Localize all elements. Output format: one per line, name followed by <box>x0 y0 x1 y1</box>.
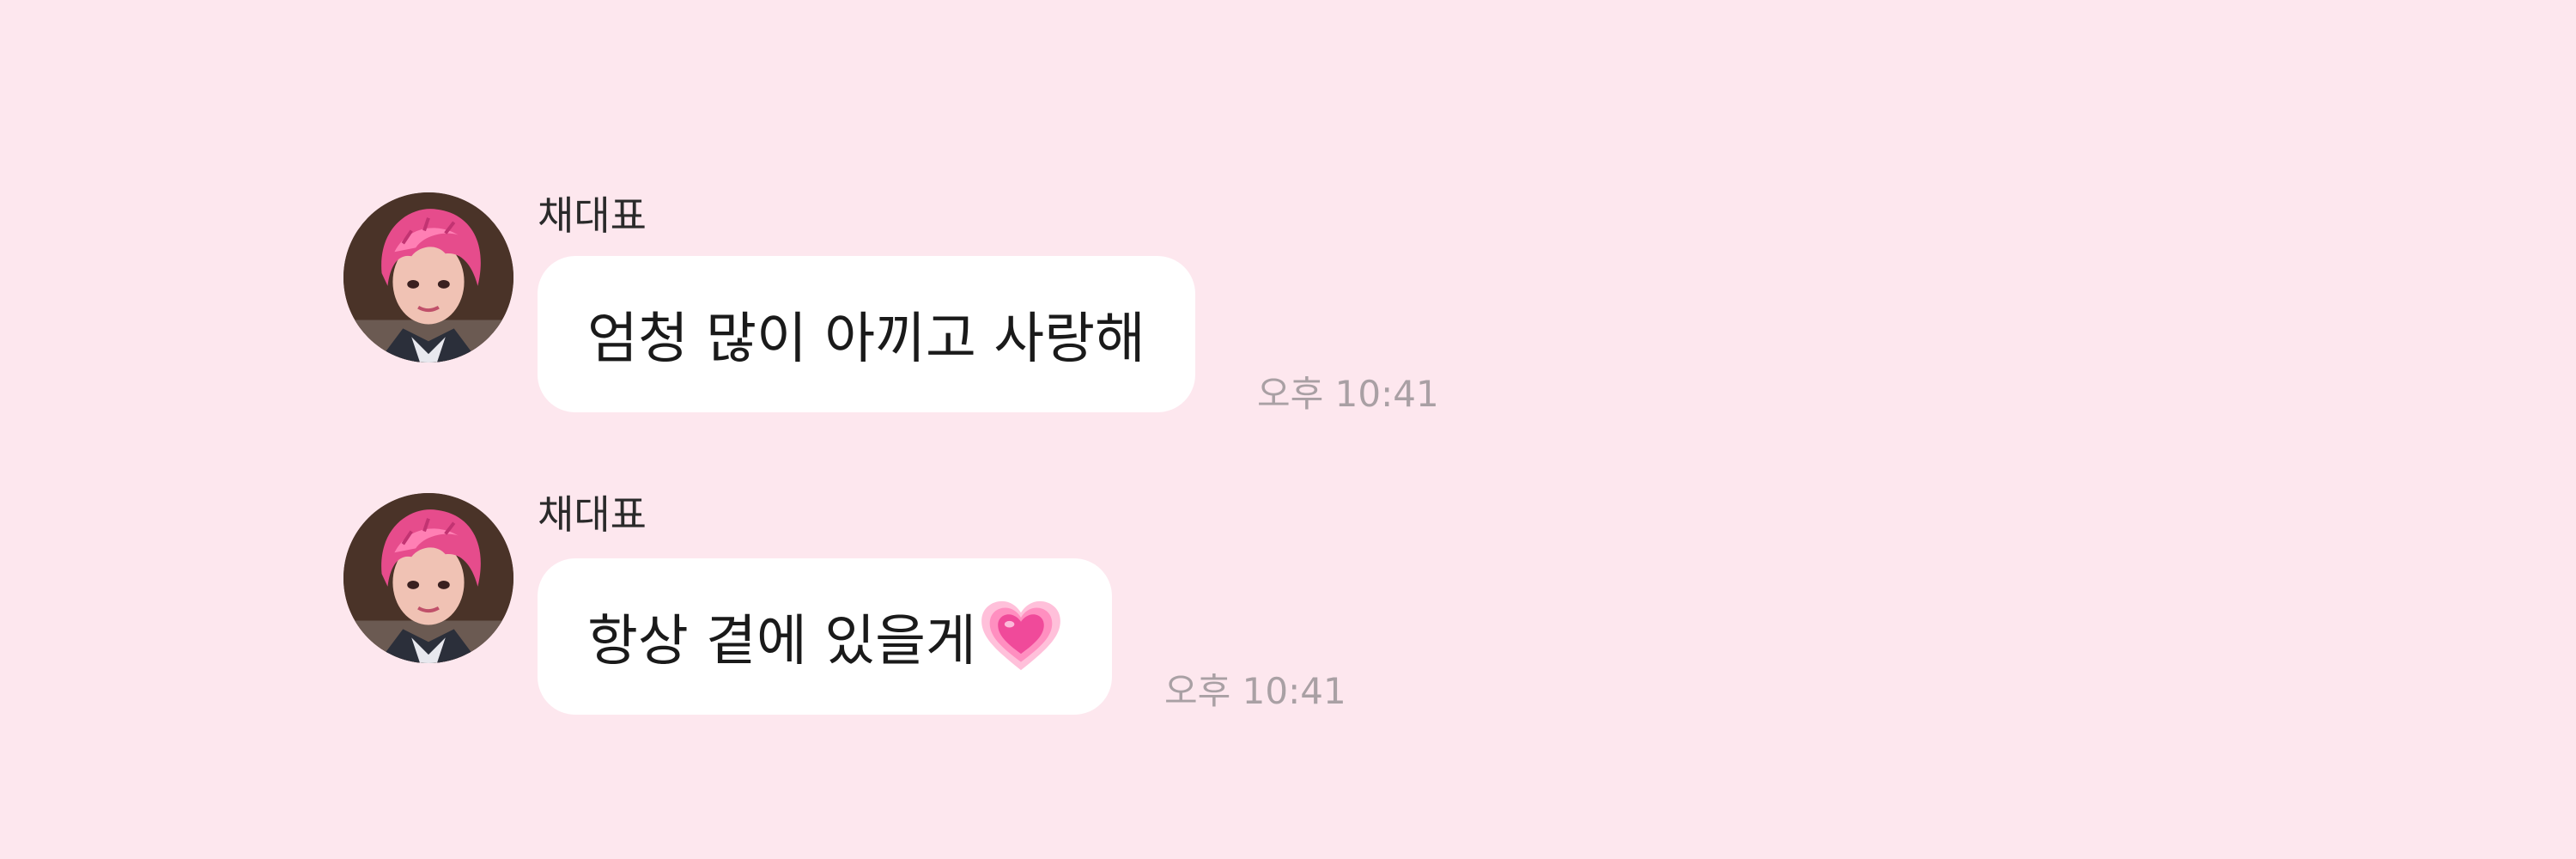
profile-avatar[interactable] <box>343 493 513 663</box>
chat-view: 채대표 엄청 많이 아끼고 사랑해 오후 10:41 채대표 항상 곁에 있을게… <box>0 0 2576 859</box>
avatar-illustration-icon <box>343 493 513 663</box>
message-text: 엄청 많이 아끼고 사랑해 <box>587 308 1145 371</box>
message-text: 항상 곁에 있을게 <box>587 610 976 673</box>
growing-heart-icon <box>980 600 1062 673</box>
avatar-illustration-icon <box>343 192 513 362</box>
sender-name: 채대표 <box>538 491 647 538</box>
message-bubble[interactable]: 항상 곁에 있을게 <box>538 558 1112 715</box>
sender-name: 채대표 <box>538 192 647 239</box>
profile-avatar[interactable] <box>343 192 513 362</box>
message-bubble[interactable]: 엄청 많이 아끼고 사랑해 <box>538 256 1195 412</box>
message-timestamp: 오후 10:41 <box>1164 670 1346 712</box>
message-timestamp: 오후 10:41 <box>1257 373 1439 415</box>
